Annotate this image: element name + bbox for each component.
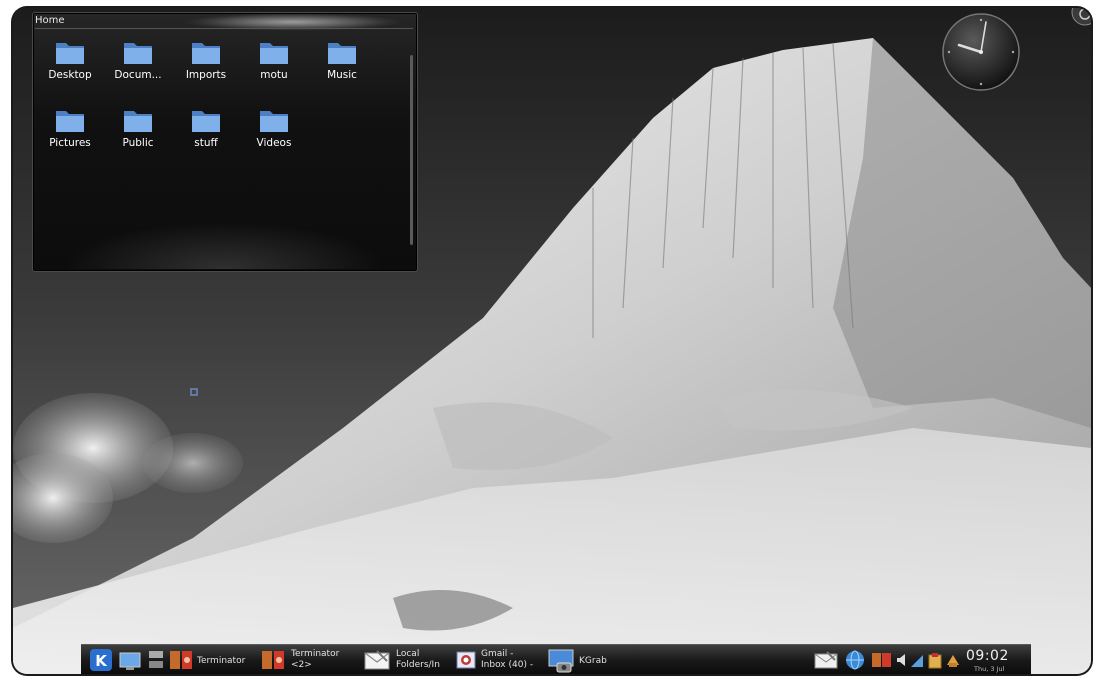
analog-clock-widget[interactable] (941, 12, 1021, 92)
tray-volume-icon[interactable] (895, 647, 909, 673)
folder-view-widget: Home Desktop Docum... Imports motu Music… (32, 12, 418, 272)
task-label: Terminator (197, 656, 246, 666)
tray-klipper-icon[interactable] (927, 647, 943, 673)
tray-mail-notifier-icon[interactable] (813, 647, 839, 673)
plasma-toolbox-icon[interactable] (1065, 8, 1091, 32)
folder-icon (56, 43, 84, 64)
task-label-line1: Local (396, 649, 420, 659)
folder-view-title: Home (35, 15, 65, 26)
task-kmail-local-folders[interactable]: Local Folders/In (363, 647, 449, 673)
folder-item-pictures[interactable]: Pictures (38, 107, 102, 167)
panel-clock-time[interactable]: 09:02 (966, 648, 1009, 664)
folder-item-stuff[interactable]: stuff (174, 107, 238, 167)
folder-icon (124, 43, 152, 64)
folder-label: Music (327, 69, 357, 81)
svg-text:K: K (95, 652, 108, 670)
tray-updates-icon[interactable] (945, 647, 961, 673)
folder-label: Imports (185, 69, 227, 81)
task-terminator[interactable]: Terminator (169, 647, 257, 673)
title-divider (35, 28, 413, 29)
folder-icon (56, 111, 84, 132)
folder-item-desktop[interactable]: Desktop (38, 39, 102, 99)
terminal-icon (262, 651, 284, 669)
tray-signal-icon[interactable] (909, 647, 925, 673)
folder-icon (260, 111, 288, 132)
folder-icon (192, 43, 220, 64)
show-desktop-icon[interactable] (119, 647, 141, 673)
task-label-line1: Gmail - (481, 649, 514, 659)
task-label: KGrab (579, 656, 607, 666)
folder-item-music[interactable]: Music (310, 39, 374, 99)
browser-icon (456, 651, 476, 669)
tray-terminal-icon[interactable] (871, 647, 893, 673)
pager-icon[interactable] (147, 647, 165, 673)
task-label-line2: Folders/In (396, 660, 440, 670)
folder-label: Videos (256, 137, 292, 149)
kde-menu-icon[interactable]: K (89, 647, 113, 673)
folder-label: Desktop (48, 69, 92, 81)
mouse-cursor-icon (190, 388, 198, 396)
folder-item-public[interactable]: Public (106, 107, 170, 167)
task-label-line2: Inbox (40) - (481, 660, 534, 670)
task-terminator-2[interactable]: Terminator <2> (261, 647, 353, 673)
folder-icon (260, 43, 288, 64)
task-kgrab[interactable]: KGrab (547, 647, 635, 673)
panel-clock-date: Thu, 3 Jul (974, 665, 1005, 673)
desktop-screen: Home Desktop Docum... Imports motu Music… (13, 8, 1091, 674)
task-gmail-browser[interactable]: Gmail - Inbox (40) - (455, 647, 545, 673)
folder-icon (328, 43, 356, 64)
folder-label: Pictures (49, 137, 91, 149)
folder-item-imports[interactable]: Imports (174, 39, 238, 99)
folder-item-videos[interactable]: Videos (242, 107, 306, 167)
task-label-line1: Terminator (291, 649, 340, 659)
terminal-icon (170, 651, 192, 669)
folder-label: Docum... (114, 69, 162, 81)
folder-icon (124, 111, 152, 132)
folder-label: stuff (194, 137, 218, 149)
screenshot-icon (548, 649, 574, 673)
widget-reflection (35, 213, 413, 269)
folder-item-motu[interactable]: motu (242, 39, 306, 99)
folder-icon (192, 111, 220, 132)
tray-network-globe-icon[interactable] (843, 647, 867, 673)
folder-label: Public (122, 137, 154, 149)
task-label-line2: <2> (291, 660, 312, 670)
folder-label: motu (260, 69, 288, 81)
folder-item-documents[interactable]: Docum... (106, 39, 170, 99)
panel-taskbar: K Terminator Terminator <2> Local Folder… (81, 644, 1031, 674)
mail-icon (364, 650, 390, 670)
